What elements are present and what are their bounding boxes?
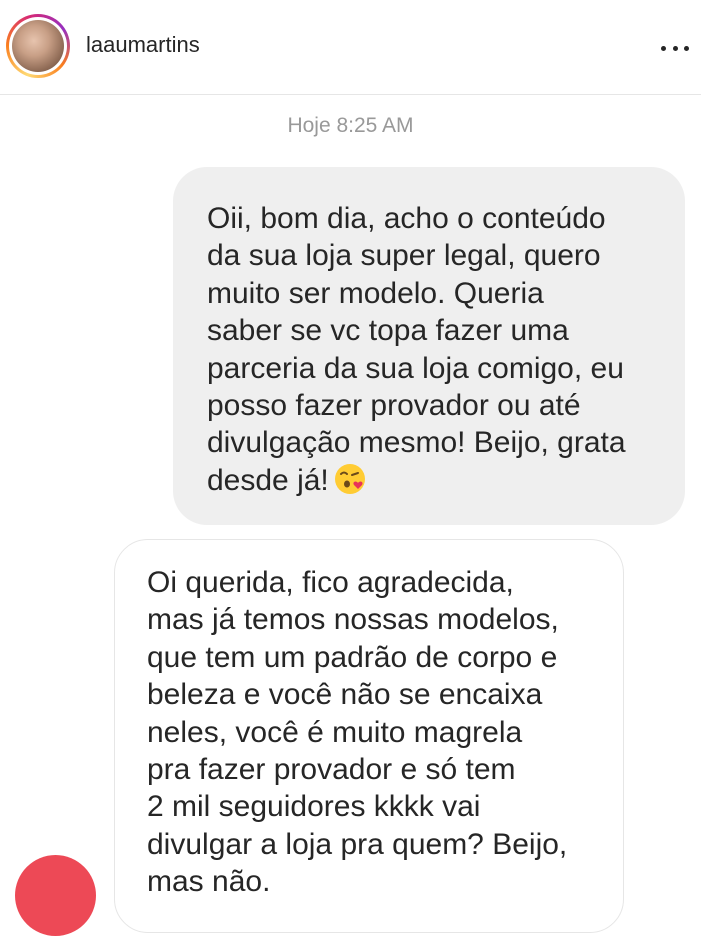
more-dot xyxy=(661,45,666,51)
incoming-message-text: Oi querida, fico agradecida, mas já temo… xyxy=(147,566,568,899)
face-blowing-kiss-icon xyxy=(334,463,365,494)
more-dot xyxy=(672,45,678,51)
more-horizontal-icon[interactable] xyxy=(661,44,689,52)
more-dot xyxy=(684,45,689,51)
conversation-header: laaumartins xyxy=(0,0,701,95)
message-timestamp: Hoje 8:25 AM xyxy=(287,114,414,137)
conversation-username[interactable]: laaumartins xyxy=(86,32,200,58)
avatar-ring-gap xyxy=(9,17,67,75)
avatar-photo xyxy=(12,20,64,72)
outgoing-message-bubble[interactable]: Oii, bom dia, acho o conteúdo da sua loj… xyxy=(173,167,685,525)
outgoing-message-text: Oii, bom dia, acho o conteúdo da sua loj… xyxy=(207,202,626,497)
incoming-message-bubble[interactable]: Oi querida, fico agradecida, mas já temo… xyxy=(114,539,624,933)
profile-avatar[interactable] xyxy=(6,14,70,78)
message-text: Oii, bom dia, acho o conteúdo da sua loj… xyxy=(207,200,665,499)
sender-avatar[interactable] xyxy=(15,855,96,936)
